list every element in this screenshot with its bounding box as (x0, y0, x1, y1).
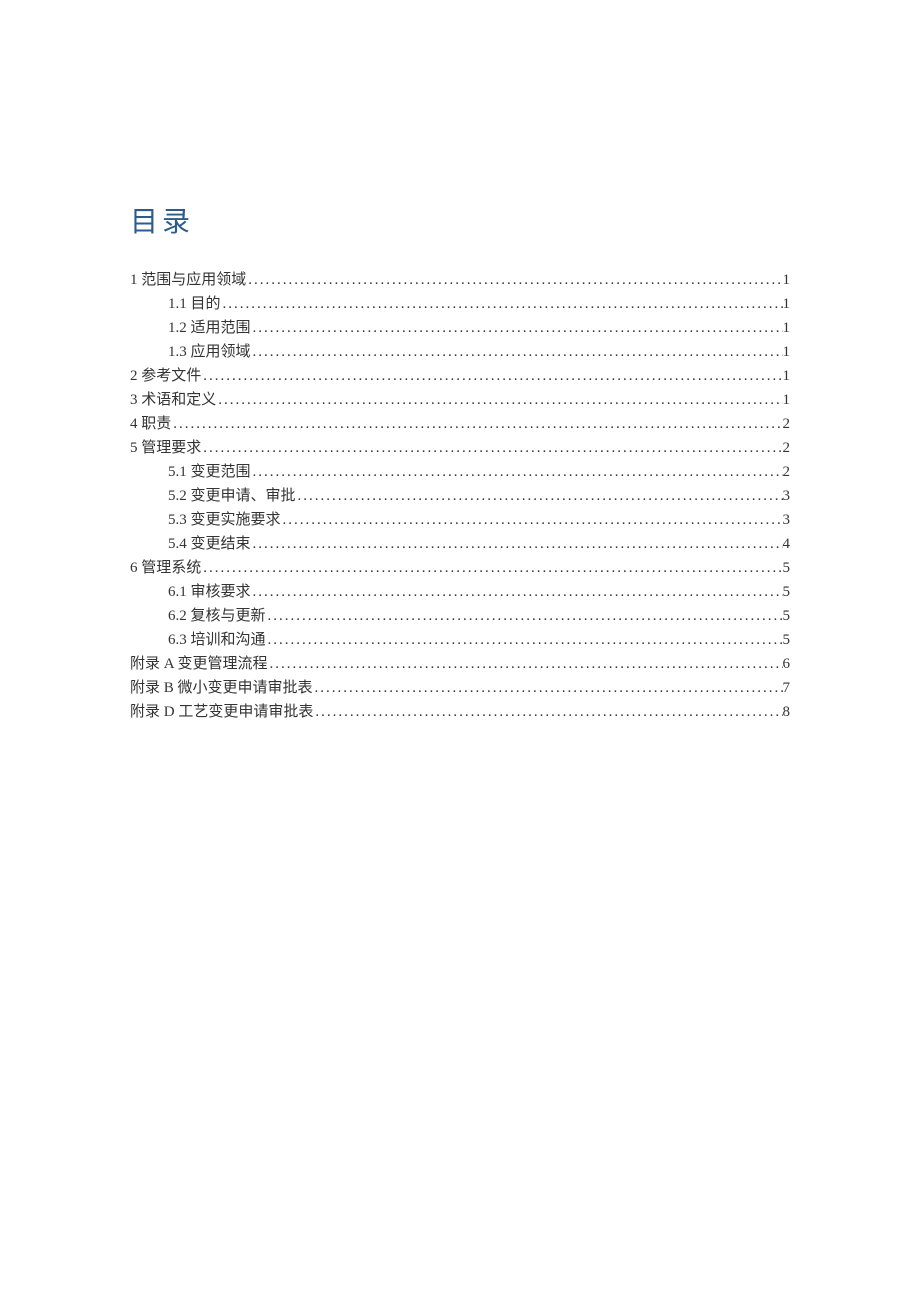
toc-entry-page: 1 (783, 268, 791, 292)
toc-entry-label: 5.1 变更范围 (168, 460, 251, 484)
toc-entry-page: 5 (783, 604, 791, 628)
toc-entry-leader (313, 700, 782, 724)
toc-entry-leader (313, 676, 783, 700)
toc-entry-page: 3 (783, 484, 791, 508)
toc-entry-label: 6.3 培训和沟通 (168, 628, 266, 652)
toc-entry-page: 2 (783, 412, 791, 436)
toc-entry-leader (251, 316, 783, 340)
toc-entry-label: 2 参考文件 (130, 364, 201, 388)
toc-entry-leader (201, 364, 782, 388)
toc-entry-leader (296, 484, 783, 508)
toc-entry-leader (216, 388, 782, 412)
toc-entry: 1.2 适用范围 1 (130, 316, 790, 340)
toc-entry-leader (251, 532, 783, 556)
toc-entry-label: 1.1 目的 (168, 292, 221, 316)
toc-entry: 4 职责 2 (130, 412, 790, 436)
toc-entry-page: 1 (783, 316, 791, 340)
toc-entry-leader (251, 460, 783, 484)
toc-title: 目录 (130, 200, 790, 240)
toc-entry-page: 2 (783, 460, 791, 484)
toc-entry: 附录 A 变更管理流程 6 (130, 652, 790, 676)
toc-entry-label: 1 范围与应用领域 (130, 268, 246, 292)
toc-entry-page: 5 (783, 628, 791, 652)
toc-entry-leader (281, 508, 783, 532)
toc-entry: 1 范围与应用领域 1 (130, 268, 790, 292)
toc-entry-label: 1.3 应用领域 (168, 340, 251, 364)
toc-entry-leader (266, 604, 783, 628)
toc-entry-label: 5.2 变更申请、审批 (168, 484, 296, 508)
toc-entry-label: 6 管理系统 (130, 556, 201, 580)
toc-entry: 2 参考文件 1 (130, 364, 790, 388)
toc-entry-page: 4 (783, 532, 791, 556)
toc-entry-page: 5 (783, 580, 791, 604)
toc-entry-label: 6.2 复核与更新 (168, 604, 266, 628)
toc-entry-label: 附录 A 变更管理流程 (130, 652, 268, 676)
toc-entry: 5.1 变更范围 2 (130, 460, 790, 484)
toc-entry-leader (246, 268, 782, 292)
toc-entry-page: 1 (783, 340, 791, 364)
toc-entry: 5.2 变更申请、审批 3 (130, 484, 790, 508)
toc-entry: 6 管理系统 5 (130, 556, 790, 580)
toc-entry: 5.3 变更实施要求 3 (130, 508, 790, 532)
toc-entry-page: 1 (783, 292, 791, 316)
toc-entry-page: 7 (783, 676, 791, 700)
toc-entry-leader (201, 436, 782, 460)
toc-entry-leader (251, 580, 783, 604)
toc-entry-page: 2 (783, 436, 791, 460)
toc-entry: 5 管理要求 2 (130, 436, 790, 460)
toc-entry-leader (221, 292, 783, 316)
toc-entry: 6.1 审核要求 5 (130, 580, 790, 604)
toc-entry: 附录 D 工艺变更申请审批表 8 (130, 700, 790, 724)
toc-container: 1 范围与应用领域11.1 目的11.2 适用范围11.3 应用领域12 参考文… (130, 268, 790, 724)
toc-entry: 附录 B 微小变更申请审批表 7 (130, 676, 790, 700)
toc-entry-leader (201, 556, 782, 580)
toc-entry-page: 8 (783, 700, 791, 724)
toc-entry: 1.3 应用领域 1 (130, 340, 790, 364)
toc-entry-leader (268, 652, 783, 676)
toc-entry-label: 1.2 适用范围 (168, 316, 251, 340)
toc-entry-label: 3 术语和定义 (130, 388, 216, 412)
toc-entry-label: 4 职责 (130, 412, 171, 436)
toc-entry-page: 5 (783, 556, 791, 580)
toc-entry-label: 附录 B 微小变更申请审批表 (130, 676, 313, 700)
toc-entry-leader (251, 340, 783, 364)
toc-entry: 5.4 变更结束 4 (130, 532, 790, 556)
toc-entry-page: 6 (783, 652, 791, 676)
toc-entry: 3 术语和定义 1 (130, 388, 790, 412)
toc-entry-leader (266, 628, 783, 652)
toc-entry: 1.1 目的 1 (130, 292, 790, 316)
toc-entry-label: 5.3 变更实施要求 (168, 508, 281, 532)
toc-entry-label: 5 管理要求 (130, 436, 201, 460)
toc-entry-page: 1 (783, 388, 791, 412)
toc-entry: 6.3 培训和沟通 5 (130, 628, 790, 652)
toc-entry-label: 5.4 变更结束 (168, 532, 251, 556)
toc-entry-page: 3 (783, 508, 791, 532)
toc-entry: 6.2 复核与更新 5 (130, 604, 790, 628)
toc-entry-label: 6.1 审核要求 (168, 580, 251, 604)
toc-entry-label: 附录 D 工艺变更申请审批表 (130, 700, 313, 724)
toc-entry-page: 1 (783, 364, 791, 388)
toc-entry-leader (171, 412, 782, 436)
